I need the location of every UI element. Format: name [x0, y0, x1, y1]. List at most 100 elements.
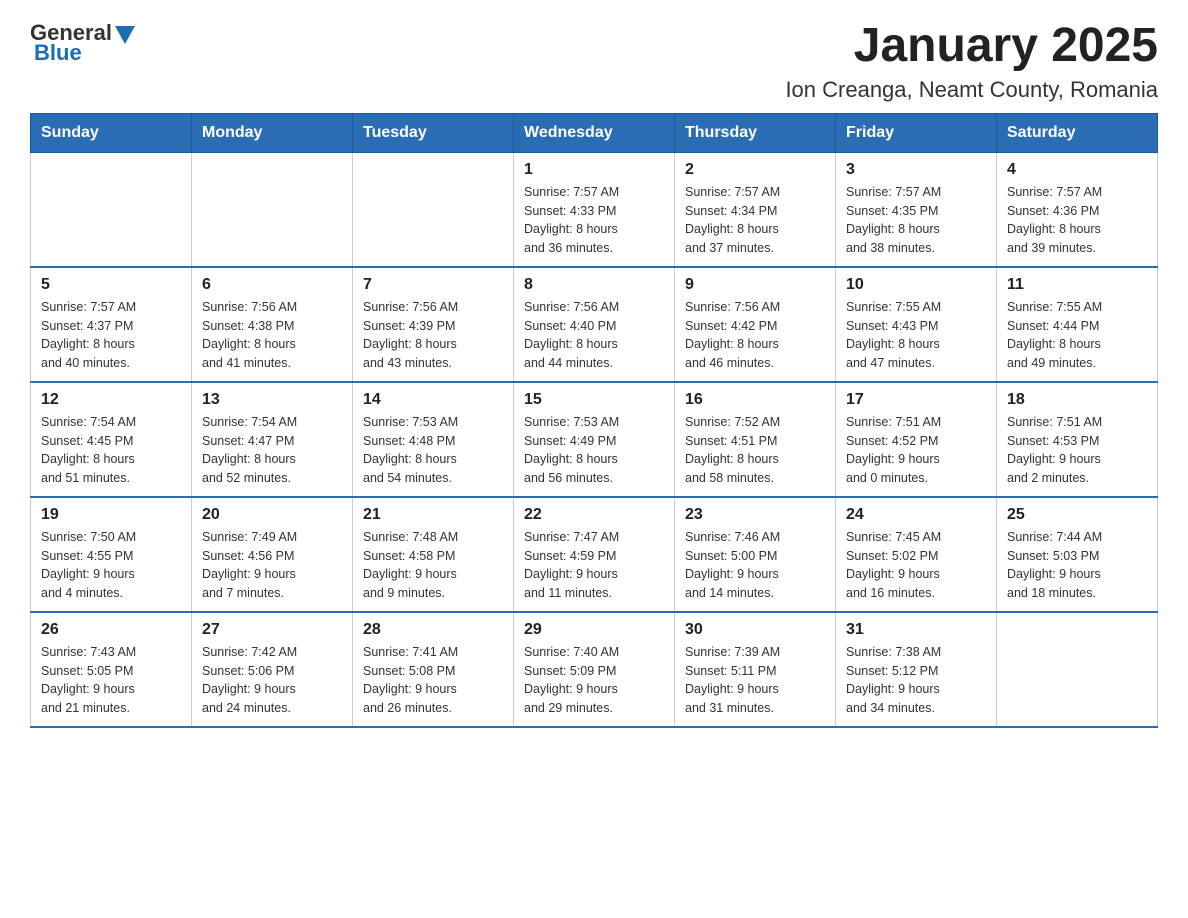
day-number: 7: [363, 276, 503, 294]
day-info: Sunrise: 7:52 AMSunset: 4:51 PMDaylight:…: [685, 413, 825, 488]
calendar-week-row: 26 Sunrise: 7:43 AMSunset: 5:05 PMDayligh…: [31, 612, 1158, 727]
calendar-cell: 2 Sunrise: 7:57 AMSunset: 4:34 PMDaylight…: [675, 152, 836, 267]
calendar-cell: 31 Sunrise: 7:38 AMSunset: 5:12 PMDayligh…: [836, 612, 997, 727]
day-number: 22: [524, 506, 664, 524]
day-info: Sunrise: 7:56 AMSunset: 4:38 PMDaylight:…: [202, 298, 342, 373]
calendar-cell: 12Sunrise: 7:54 AMSunset: 4:45 PMDayligh…: [31, 382, 192, 497]
day-info: Sunrise: 7:57 AMSunset: 4:36 PMDaylight:…: [1007, 183, 1147, 258]
calendar-header-row: SundayMondayTuesdayWednesdayThursdayFrid…: [31, 113, 1158, 152]
calendar-cell: 21 Sunrise: 7:48 AMSunset: 4:58 PMDayligh…: [353, 497, 514, 612]
day-info: Sunrise: 7:51 AMSunset: 4:53 PMDaylight:…: [1007, 413, 1147, 488]
day-number: 24: [846, 506, 986, 524]
day-number: 10: [846, 276, 986, 294]
day-info: Sunrise: 7:51 AMSunset: 4:52 PMDaylight:…: [846, 413, 986, 488]
calendar-cell: 6 Sunrise: 7:56 AMSunset: 4:38 PMDaylight…: [192, 267, 353, 382]
calendar-cell: 9 Sunrise: 7:56 AMSunset: 4:42 PMDaylight…: [675, 267, 836, 382]
day-info: Sunrise: 7:56 AMSunset: 4:40 PMDaylight:…: [524, 298, 664, 373]
day-info: Sunrise: 7:48 AMSunset: 4:58 PMDaylight:…: [363, 528, 503, 603]
day-number: 31: [846, 621, 986, 639]
day-number: 19: [41, 506, 181, 524]
day-info: Sunrise: 7:44 AMSunset: 5:03 PMDaylight:…: [1007, 528, 1147, 603]
day-info: Sunrise: 7:57 AMSunset: 4:33 PMDaylight:…: [524, 183, 664, 258]
calendar-cell: [997, 612, 1158, 727]
day-info: Sunrise: 7:40 AMSunset: 5:09 PMDaylight:…: [524, 643, 664, 718]
calendar-cell: 17 Sunrise: 7:51 AMSunset: 4:52 PMDayligh…: [836, 382, 997, 497]
day-number: 3: [846, 161, 986, 179]
day-number: 4: [1007, 161, 1147, 179]
calendar-cell: 30 Sunrise: 7:39 AMSunset: 5:11 PMDayligh…: [675, 612, 836, 727]
calendar-cell: 3Sunrise: 7:57 AMSunset: 4:35 PMDaylight…: [836, 152, 997, 267]
calendar-cell: 26 Sunrise: 7:43 AMSunset: 5:05 PMDayligh…: [31, 612, 192, 727]
calendar-cell: 14Sunrise: 7:53 AMSunset: 4:48 PMDayligh…: [353, 382, 514, 497]
calendar-cell: 13 Sunrise: 7:54 AMSunset: 4:47 PMDayligh…: [192, 382, 353, 497]
day-info: Sunrise: 7:53 AMSunset: 4:49 PMDaylight:…: [524, 413, 664, 488]
calendar-cell: 15 Sunrise: 7:53 AMSunset: 4:49 PMDayligh…: [514, 382, 675, 497]
day-info: Sunrise: 7:46 AMSunset: 5:00 PMDaylight:…: [685, 528, 825, 603]
calendar-cell: 7 Sunrise: 7:56 AMSunset: 4:39 PMDaylight…: [353, 267, 514, 382]
day-number: 6: [202, 276, 342, 294]
day-number: 29: [524, 621, 664, 639]
logo-blue: Blue: [34, 40, 82, 66]
column-header-saturday: Saturday: [997, 113, 1158, 152]
day-number: 20: [202, 506, 342, 524]
calendar-cell: [353, 152, 514, 267]
logo: General Blue: [30, 20, 135, 66]
day-number: 25: [1007, 506, 1147, 524]
calendar-cell: 28Sunrise: 7:41 AMSunset: 5:08 PMDayligh…: [353, 612, 514, 727]
day-number: 17: [846, 391, 986, 409]
calendar-week-row: 12Sunrise: 7:54 AMSunset: 4:45 PMDayligh…: [31, 382, 1158, 497]
calendar-cell: 19 Sunrise: 7:50 AMSunset: 4:55 PMDayligh…: [31, 497, 192, 612]
day-info: Sunrise: 7:39 AMSunset: 5:11 PMDaylight:…: [685, 643, 825, 718]
calendar-week-row: 5Sunrise: 7:57 AMSunset: 4:37 PMDaylight…: [31, 267, 1158, 382]
day-info: Sunrise: 7:56 AMSunset: 4:42 PMDaylight:…: [685, 298, 825, 373]
calendar-title: January 2025: [785, 20, 1158, 73]
day-number: 13: [202, 391, 342, 409]
day-number: 18: [1007, 391, 1147, 409]
page-header: General Blue January 2025 Ion Creanga, N…: [30, 20, 1158, 103]
calendar-cell: 18 Sunrise: 7:51 AMSunset: 4:53 PMDayligh…: [997, 382, 1158, 497]
calendar-cell: [31, 152, 192, 267]
column-header-friday: Friday: [836, 113, 997, 152]
day-number: 15: [524, 391, 664, 409]
day-number: 9: [685, 276, 825, 294]
calendar-cell: 11 Sunrise: 7:55 AMSunset: 4:44 PMDayligh…: [997, 267, 1158, 382]
day-number: 16: [685, 391, 825, 409]
day-number: 27: [202, 621, 342, 639]
column-header-sunday: Sunday: [31, 113, 192, 152]
calendar-cell: 16 Sunrise: 7:52 AMSunset: 4:51 PMDayligh…: [675, 382, 836, 497]
calendar-cell: 25 Sunrise: 7:44 AMSunset: 5:03 PMDayligh…: [997, 497, 1158, 612]
day-info: Sunrise: 7:50 AMSunset: 4:55 PMDaylight:…: [41, 528, 181, 603]
day-info: Sunrise: 7:49 AMSunset: 4:56 PMDaylight:…: [202, 528, 342, 603]
calendar-cell: 8 Sunrise: 7:56 AMSunset: 4:40 PMDaylight…: [514, 267, 675, 382]
day-number: 21: [363, 506, 503, 524]
column-header-thursday: Thursday: [675, 113, 836, 152]
title-block: January 2025 Ion Creanga, Neamt County, …: [785, 20, 1158, 103]
day-number: 28: [363, 621, 503, 639]
calendar-cell: 20 Sunrise: 7:49 AMSunset: 4:56 PMDayligh…: [192, 497, 353, 612]
day-info: Sunrise: 7:57 AMSunset: 4:34 PMDaylight:…: [685, 183, 825, 258]
day-number: 2: [685, 161, 825, 179]
calendar-cell: 24Sunrise: 7:45 AMSunset: 5:02 PMDayligh…: [836, 497, 997, 612]
logo-triangle-icon: [115, 26, 135, 44]
calendar-week-row: 1 Sunrise: 7:57 AMSunset: 4:33 PMDaylight…: [31, 152, 1158, 267]
calendar-week-row: 19 Sunrise: 7:50 AMSunset: 4:55 PMDayligh…: [31, 497, 1158, 612]
day-number: 26: [41, 621, 181, 639]
day-info: Sunrise: 7:54 AMSunset: 4:47 PMDaylight:…: [202, 413, 342, 488]
day-info: Sunrise: 7:55 AMSunset: 4:44 PMDaylight:…: [1007, 298, 1147, 373]
day-number: 1: [524, 161, 664, 179]
day-info: Sunrise: 7:38 AMSunset: 5:12 PMDaylight:…: [846, 643, 986, 718]
day-number: 12: [41, 391, 181, 409]
day-info: Sunrise: 7:43 AMSunset: 5:05 PMDaylight:…: [41, 643, 181, 718]
calendar-cell: 4 Sunrise: 7:57 AMSunset: 4:36 PMDaylight…: [997, 152, 1158, 267]
day-number: 14: [363, 391, 503, 409]
day-info: Sunrise: 7:57 AMSunset: 4:37 PMDaylight:…: [41, 298, 181, 373]
day-number: 11: [1007, 276, 1147, 294]
column-header-wednesday: Wednesday: [514, 113, 675, 152]
calendar-cell: 22Sunrise: 7:47 AMSunset: 4:59 PMDayligh…: [514, 497, 675, 612]
day-number: 8: [524, 276, 664, 294]
calendar-cell: 27Sunrise: 7:42 AMSunset: 5:06 PMDayligh…: [192, 612, 353, 727]
calendar-table: SundayMondayTuesdayWednesdayThursdayFrid…: [30, 113, 1158, 728]
day-info: Sunrise: 7:56 AMSunset: 4:39 PMDaylight:…: [363, 298, 503, 373]
column-header-tuesday: Tuesday: [353, 113, 514, 152]
day-number: 30: [685, 621, 825, 639]
